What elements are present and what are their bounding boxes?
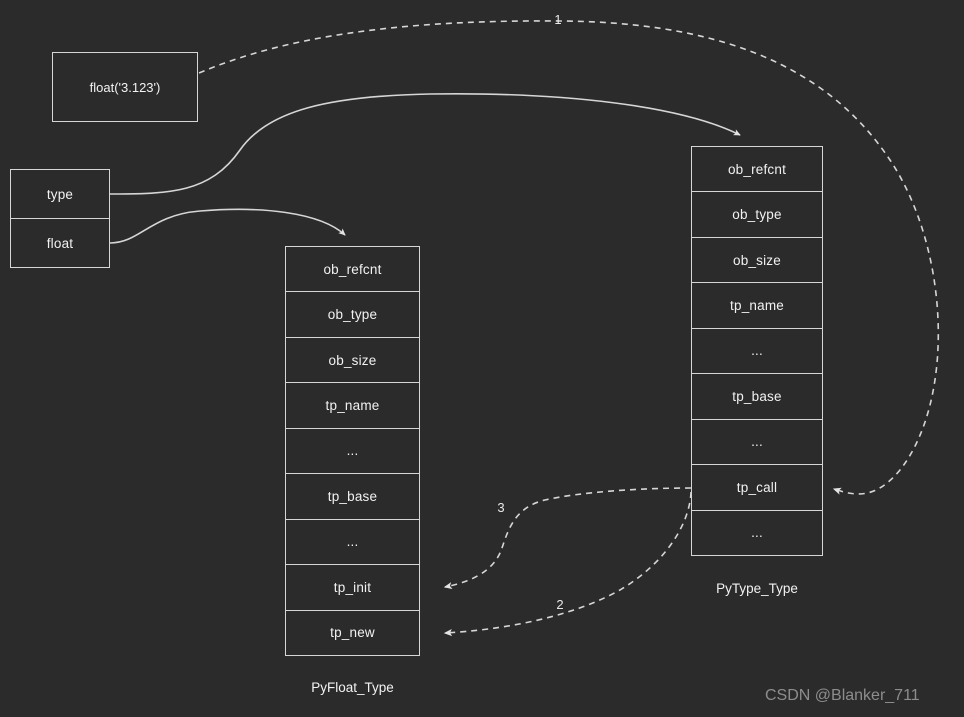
edge-1-label: 1 (554, 12, 562, 27)
pyfloat-row-tp-name: tp_name (286, 383, 419, 429)
pyfloat-row-ob-refcnt-label: ob_refcnt (323, 261, 382, 277)
pyfloat-row-ellipsis-1-label: ... (346, 443, 359, 459)
pyfloat-row-ob-refcnt: ob_refcnt (286, 247, 419, 293)
pyfloat-row-ellipsis-1: ... (286, 429, 419, 475)
pytype-row-tp-name: tp_name (692, 283, 822, 329)
pytype-row-ellipsis-1-label: ... (751, 343, 763, 359)
edge-2-label: 2 (556, 597, 564, 612)
pyfloat-row-tp-new: tp_new (286, 611, 419, 655)
pytype-row-tp-base-label: tp_base (732, 388, 782, 404)
pytype-row-ob-size-label: ob_size (733, 252, 781, 268)
namespace-row-type-label: type (46, 186, 74, 202)
pyfloat-row-tp-base: tp_base (286, 474, 419, 520)
edge-3-path (443, 487, 692, 590)
pyfloat-row-tp-base-label: tp_base (327, 488, 378, 504)
pytype-row-ellipsis-1: ... (692, 329, 822, 375)
pyfloat-row-ob-type-label: ob_type (327, 307, 378, 323)
pytype-row-ob-refcnt-label: ob_refcnt (727, 161, 787, 177)
pyfloat-row-ellipsis-2: ... (286, 520, 419, 566)
pyfloat-type-struct: ob_refcnt ob_type ob_size tp_name ... tp… (285, 246, 420, 656)
pytype-row-ellipsis-3-label: ... (751, 525, 763, 541)
pytype-row-tp-name-label: tp_name (730, 298, 784, 314)
edge-float-path (109, 208, 346, 244)
namespace-row-float: float (11, 219, 109, 267)
namespace-row-float-label: float (46, 235, 74, 251)
pyfloat-row-ob-type: ob_type (286, 292, 419, 338)
pyfloat-type-caption: PyFloat_Type (311, 680, 394, 695)
pytype-row-ellipsis-2: ... (692, 420, 822, 466)
pyfloat-row-tp-new-label: tp_new (330, 625, 375, 641)
watermark-text: CSDN @Blanker_711 (765, 687, 920, 704)
pytype-row-ob-type: ob_type (692, 192, 822, 238)
pytype-row-ob-size: ob_size (692, 238, 822, 284)
pytype-row-tp-call-label: tp_call (736, 479, 778, 495)
pytype-type-struct: ob_refcnt ob_type ob_size tp_name ... tp… (691, 146, 823, 556)
diagram-canvas: float('3.123') type float ob_refcnt ob_t… (0, 0, 964, 717)
edge-3-label: 3 (497, 500, 505, 515)
pyfloat-row-ob-size: ob_size (286, 338, 419, 384)
pytype-row-ob-refcnt: ob_refcnt (692, 147, 822, 193)
pytype-row-ellipsis-2-label: ... (751, 434, 763, 450)
pyfloat-row-ob-size-label: ob_size (328, 352, 377, 368)
pyfloat-row-ellipsis-2-label: ... (346, 534, 359, 550)
pytype-row-tp-base: tp_base (692, 374, 822, 420)
call-expression-label: float('3.123') (89, 79, 161, 95)
pytype-type-caption: PyType_Type (716, 581, 798, 596)
pytype-row-ob-type-label: ob_type (732, 207, 782, 223)
namespace-box: type float (10, 169, 110, 268)
pyfloat-row-tp-name-label: tp_name (325, 398, 380, 414)
call-expression-box: float('3.123') (52, 52, 198, 122)
edge-type-path (109, 93, 741, 195)
pyfloat-row-tp-init-label: tp_init (333, 579, 372, 595)
pyfloat-row-tp-init: tp_init (286, 565, 419, 611)
pytype-row-ellipsis-3: ... (692, 511, 822, 555)
pytype-row-tp-call: tp_call (692, 465, 822, 511)
namespace-row-type: type (11, 170, 109, 219)
